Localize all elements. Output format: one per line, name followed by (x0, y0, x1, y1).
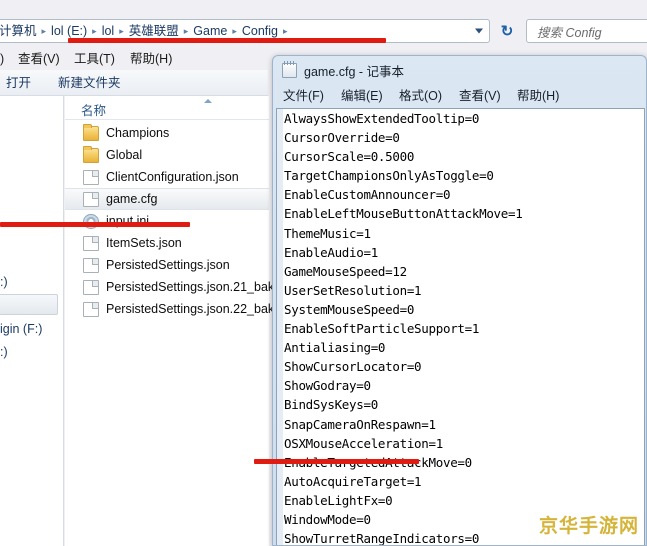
notepad-menu-item-4[interactable]: 帮助(H) (517, 86, 559, 106)
file-icon (83, 235, 99, 251)
watermark: 京华手游网 (538, 515, 639, 537)
screen-root: 计算机 ▸ lol (E:) ▸ lol ▸ 英雄联盟 ▸ Game ▸ Config ▸ ↻ 搜索 … (0, 0, 647, 546)
file-icon (83, 169, 99, 185)
column-header-name[interactable]: 名称 (65, 96, 269, 120)
file-name-label: ItemSets.json (106, 236, 182, 250)
game-cfg-underline (0, 222, 190, 227)
navigation-pane[interactable]: :) igin (F:):) (0, 96, 64, 546)
table-row[interactable]: PersistedSettings.json (65, 254, 269, 276)
file-name-label: Champions (106, 126, 170, 140)
command-button-0[interactable]: 打开 (6, 70, 31, 96)
notepad-menu-item-3[interactable]: 查看(V) (459, 86, 501, 106)
search-placeholder: 搜索 Config (537, 25, 602, 40)
table-row[interactable]: input.ini (65, 210, 269, 232)
file-name-label: PersistedSettings.json (106, 258, 230, 272)
table-row[interactable]: Global (65, 144, 269, 166)
notepad-left-gutter (277, 109, 283, 545)
nav-selected-item[interactable] (0, 294, 58, 315)
file-name-label: ClientConfiguration.json (106, 170, 239, 184)
explorer-menu-item-2[interactable]: 工具(T) (74, 48, 115, 70)
address-bar-row: 计算机 ▸ lol (E:) ▸ lol ▸ 英雄联盟 ▸ Game ▸ Config ▸ ↻ 搜索 … (0, 8, 647, 43)
explorer-menubar: ) 查看(V) 工具(T) 帮助(H) (0, 48, 268, 70)
notepad-menu-item-2[interactable]: 格式(O) (399, 86, 442, 106)
notepad-menu-item-0[interactable]: 文件(F) (283, 86, 324, 106)
explorer-menu-item-3[interactable]: 帮助(H) (130, 48, 172, 70)
file-list-pane[interactable]: 名称 Champions Global ClientConfiguration.js… (65, 96, 274, 546)
file-icon (83, 257, 99, 273)
windowmode-underline (254, 459, 419, 464)
table-row[interactable]: ItemSets.json (65, 232, 269, 254)
chevron-down-icon[interactable] (475, 28, 483, 34)
table-row[interactable]: PersistedSettings.json.22_bak (65, 298, 274, 320)
notepad-title: game.cfg - 记事本 (304, 64, 405, 79)
explorer-menu-item-1[interactable]: 查看(V) (18, 48, 60, 70)
refresh-icon[interactable]: ↻ (494, 19, 520, 43)
notepad-content[interactable]: AlwaysShowExtendedTooltip=0 CursorOverri… (284, 109, 644, 545)
breadcrumb-underline (68, 38, 386, 43)
table-row[interactable]: game.cfg (65, 188, 269, 210)
file-name-label: PersistedSettings.json.21_bak (106, 280, 275, 294)
file-name-label: game.cfg (106, 192, 158, 206)
notepad-window: game.cfg - 记事本 文件(F) 编辑(E) 格式(O) 查看(V) 帮助(H)… (272, 55, 647, 546)
table-row[interactable]: ClientConfiguration.json (65, 166, 269, 188)
breadcrumb-separator-icon[interactable]: ▸ (39, 20, 50, 42)
file-name-label: Global (106, 148, 143, 162)
column-header-label: 名称 (81, 104, 107, 118)
sort-ascending-icon (204, 99, 212, 103)
explorer-commandbar: 打开 新建文件夹 (0, 70, 268, 96)
notepad-menu-item-1[interactable]: 编辑(E) (341, 86, 383, 106)
file-icon (83, 191, 99, 207)
folder-icon (83, 123, 99, 141)
folder-icon (83, 145, 99, 163)
file-icon (83, 301, 99, 317)
table-row[interactable]: PersistedSettings.json.21_bak (65, 276, 274, 298)
notepad-icon (282, 60, 297, 78)
nav-pane-item-1[interactable]: igin (F:) (0, 322, 42, 336)
search-input[interactable]: 搜索 Config (526, 19, 647, 43)
breadcrumb-item-0[interactable]: 计算机 (0, 20, 39, 42)
file-icon (83, 279, 99, 295)
file-name-label: PersistedSettings.json.22_bak (106, 302, 275, 316)
command-button-1[interactable]: 新建文件夹 (58, 70, 121, 96)
nav-pane-item-2[interactable]: :) (0, 345, 8, 359)
table-row[interactable]: Champions (65, 122, 269, 144)
notepad-menubar: 文件(F) 编辑(E) 格式(O) 查看(V) 帮助(H) (273, 84, 646, 108)
nav-pane-item-0[interactable]: :) (0, 275, 8, 289)
notepad-titlebar[interactable]: game.cfg - 记事本 (273, 56, 646, 84)
explorer-menu-item-0[interactable]: ) (0, 48, 4, 70)
notepad-text-area[interactable]: AlwaysShowExtendedTooltip=0 CursorOverri… (276, 108, 645, 545)
